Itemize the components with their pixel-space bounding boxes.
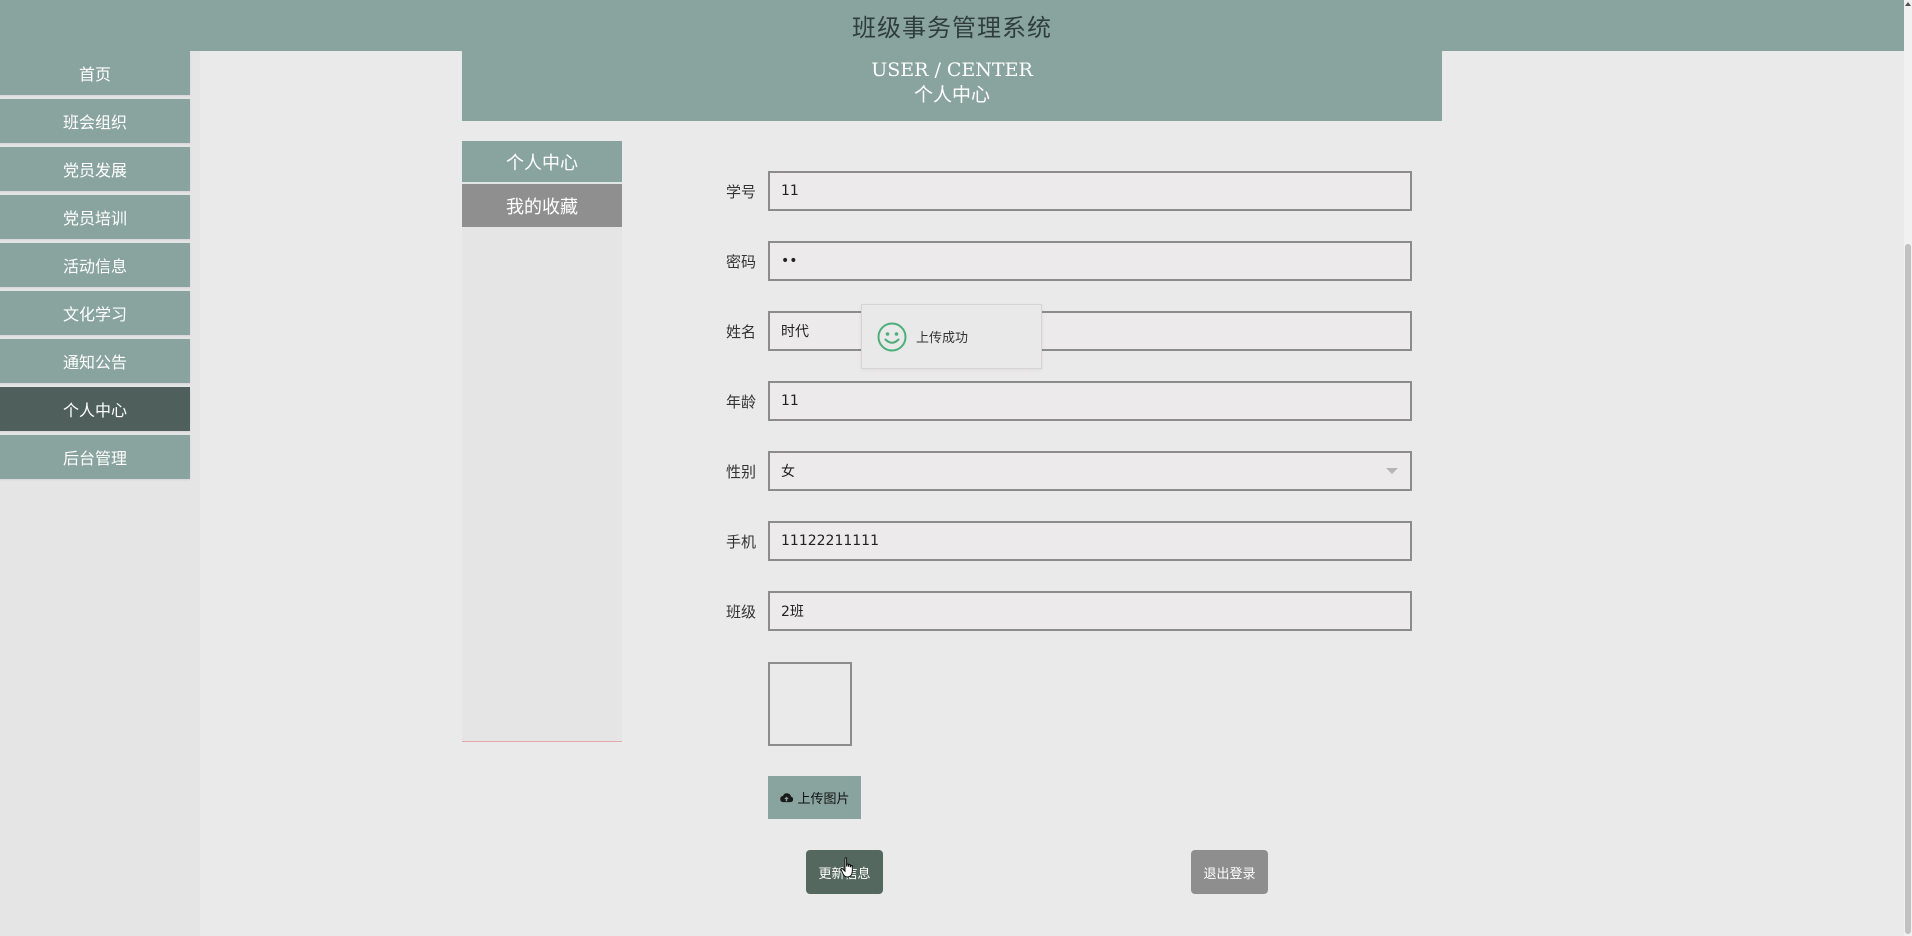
gender-select-value[interactable]: 女 (768, 451, 1412, 491)
form-row-student-id: 学号 (700, 170, 1412, 212)
password-label: 密码 (725, 252, 756, 271)
sidebar-item-user-center[interactable]: 个人中心 (0, 387, 190, 431)
sidebar-item-activities[interactable]: 活动信息 (0, 243, 190, 287)
class-label: 班级 (725, 602, 756, 621)
toast-message: 上传成功 (916, 331, 969, 346)
sidebar-item-party-training[interactable]: 党员培训 (0, 195, 190, 239)
user-center-submenu: 个人中心 我的收藏 (462, 141, 622, 742)
form-row-phone: 手机 (700, 520, 1412, 562)
smile-icon (877, 322, 907, 351)
form-row-gender: 性别 女 (700, 450, 1412, 492)
scrollbar-thumb[interactable] (1905, 244, 1911, 934)
upload-success-toast: 上传成功 (861, 304, 1042, 369)
avatar-image-preview (768, 662, 852, 746)
class-input[interactable] (768, 591, 1412, 631)
logout-button[interactable]: 退出登录 (1191, 850, 1268, 894)
name-label: 姓名 (725, 322, 756, 341)
age-input[interactable] (768, 381, 1412, 421)
chevron-down-icon[interactable] (1386, 468, 1398, 474)
sidebar-item-culture-study[interactable]: 文化学习 (0, 291, 190, 335)
password-input[interactable] (768, 241, 1412, 281)
sidebar-item-home[interactable]: 首页 (0, 51, 190, 95)
banner-title-en: USER / CENTER (871, 59, 1033, 81)
upload-image-button[interactable]: 上传图片 (768, 776, 861, 819)
student-id-label: 学号 (725, 182, 756, 201)
app-title: 班级事务管理系统 (852, 14, 1052, 42)
submenu-item-favorites[interactable]: 我的收藏 (462, 184, 622, 227)
form-row-name: 姓名 (700, 310, 1412, 352)
gender-select[interactable]: 女 (768, 451, 1412, 491)
scroll-up-arrow-icon[interactable] (1905, 2, 1911, 6)
form-row-class: 班级 (700, 590, 1412, 632)
sidebar-item-notices[interactable]: 通知公告 (0, 339, 190, 383)
student-id-input[interactable] (768, 171, 1412, 211)
hand-pointer-cursor-icon (840, 857, 853, 878)
upload-image-label: 上传图片 (797, 792, 850, 807)
form-row-password: 密码 (700, 240, 1412, 282)
cloud-upload-icon (780, 793, 794, 803)
sidebar-item-class-meeting[interactable]: 班会组织 (0, 99, 190, 143)
page-banner: USER / CENTER 个人中心 (462, 51, 1442, 121)
phone-input[interactable] (768, 521, 1412, 561)
submenu-item-user-center[interactable]: 个人中心 (462, 141, 622, 184)
gender-label: 性别 (725, 462, 756, 481)
page-scrollbar[interactable] (1904, 0, 1912, 936)
sidebar: 首页 班会组织 党员发展 党员培训 活动信息 文化学习 通知公告 个人中心 后台… (0, 51, 200, 936)
phone-label: 手机 (725, 532, 756, 551)
form-row-age: 年龄 (700, 380, 1412, 422)
age-label: 年龄 (725, 392, 756, 411)
app-header: 班级事务管理系统 (0, 0, 1904, 51)
banner-title-zh: 个人中心 (913, 84, 990, 106)
sidebar-item-admin[interactable]: 后台管理 (0, 435, 190, 479)
sidebar-item-party-development[interactable]: 党员发展 (0, 147, 190, 191)
